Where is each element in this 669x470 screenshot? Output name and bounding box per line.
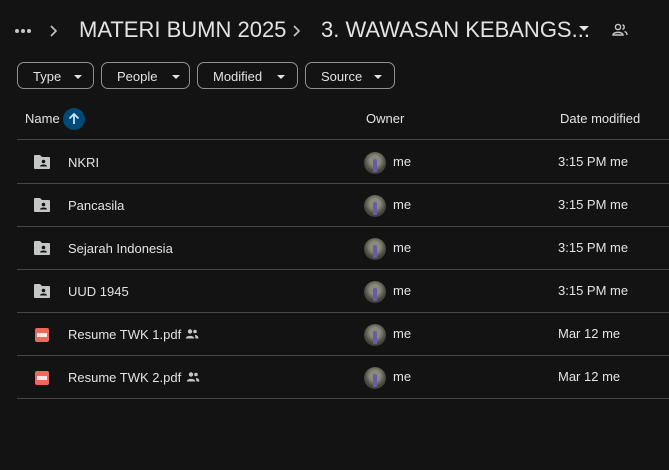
column-header-owner[interactable]: Owner [366,111,404,126]
shared-folder-icon [34,284,50,298]
file-name: Resume TWK 2.pdf [68,370,182,385]
avatar [364,367,386,389]
file-name: Resume TWK 1.pdf [68,327,182,342]
file-name: NKRI [68,155,100,170]
file-date-modified: Mar 12 me [558,369,621,384]
file-name: Sejarah Indonesia [68,241,173,256]
column-header-date[interactable]: Date modified [560,111,640,126]
file-row[interactable]: Sejarah Indonesia me 3:15 PM me [17,227,669,270]
avatar [364,238,386,260]
filter-people-chip[interactable]: People [101,62,190,89]
breadcrumb-parent[interactable]: MATERI BUMN 2025 [79,17,286,43]
shared-folder-icon [34,241,50,255]
chevron-right-icon [50,25,58,37]
filter-label: People [117,69,158,84]
filter-label: Modified [213,69,263,84]
file-owner: me [393,369,412,384]
file-owner: me [393,154,412,169]
filter-modified-chip[interactable]: Modified [197,62,298,89]
file-owner: me [393,197,412,212]
file-list: NKRI me 3:15 PM me Pancasila me 3:15 PM … [17,141,669,399]
arrow-drop-down-icon [277,75,285,79]
file-owner: me [393,283,412,298]
pdf-icon [35,328,49,342]
file-row[interactable]: Resume TWK 1.pdf me Mar 12 me [17,313,669,356]
avatar [364,324,386,346]
sort-direction-button[interactable] [63,108,85,130]
file-row[interactable]: Pancasila me 3:15 PM me [17,184,669,227]
pdf-icon [35,371,49,385]
file-name: UUD 1945 [68,284,129,299]
file-list-header: Name Owner Date modified [17,96,669,140]
file-date-modified: Mar 12 me [558,326,621,341]
shared-people-icon [186,372,200,382]
file-date-modified: 3:15 PM me [558,197,629,212]
shared-folder-icon [34,155,50,169]
file-owner: me [393,326,412,341]
filter-label: Type [33,69,62,84]
file-date-modified: 3:15 PM me [558,240,629,255]
more-horiz-icon[interactable] [13,21,33,41]
filter-source-chip[interactable]: Source [305,62,395,89]
people-icon[interactable] [611,21,629,39]
shared-people-icon [185,329,199,339]
file-row[interactable]: Resume TWK 2.pdf me Mar 12 me [17,356,669,399]
arrow-drop-down-icon[interactable] [579,26,589,31]
avatar [364,281,386,303]
avatar [364,195,386,217]
file-row[interactable]: UUD 1945 me 3:15 PM me [17,270,669,313]
file-owner: me [393,240,412,255]
breadcrumb-current[interactable]: 3. WAWASAN KEBANGS... [321,17,590,43]
filter-type-chip[interactable]: Type [17,62,94,89]
arrow-drop-down-icon [74,75,82,79]
arrow-drop-down-icon [172,75,180,79]
breadcrumb: MATERI BUMN 2025 3. WAWASAN KEBANGS... [0,0,669,62]
avatar [364,152,386,174]
arrow-upward-icon [68,112,80,124]
column-header-name[interactable]: Name [25,111,60,126]
file-name: Pancasila [68,198,125,213]
file-row[interactable]: NKRI me 3:15 PM me [17,141,669,184]
filter-label: Source [321,69,363,84]
shared-folder-icon [34,198,50,212]
file-date-modified: 3:15 PM me [558,154,629,169]
chevron-right-icon [293,25,301,37]
arrow-drop-down-icon [374,75,382,79]
file-date-modified: 3:15 PM me [558,283,629,298]
